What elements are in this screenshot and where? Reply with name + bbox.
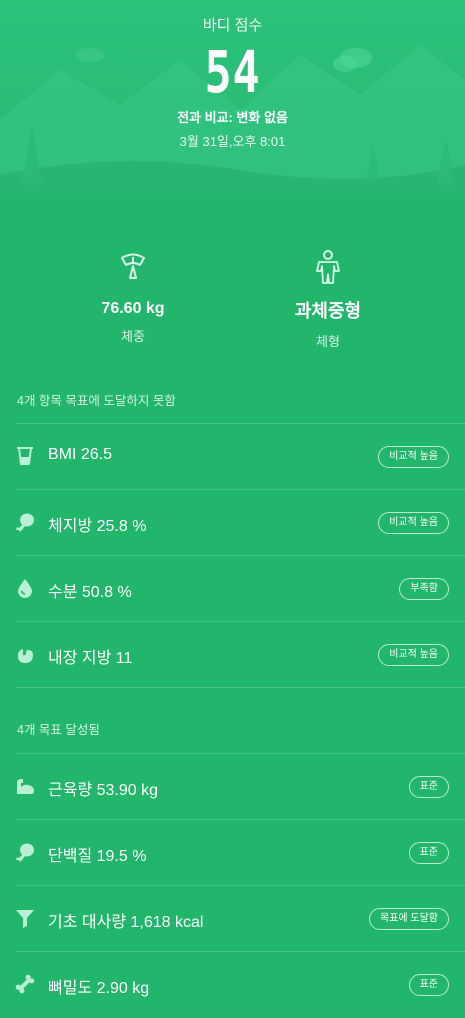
beaker-icon [17, 447, 33, 465]
metric-label: BMI 26.5 [48, 446, 113, 463]
metric-label: 근육량 53.90 kg [48, 782, 158, 799]
section-title-reached: 4개 목표 달성됨 [17, 723, 100, 737]
metric-label: 내장 지방 11 [48, 650, 133, 667]
body-type-stat[interactable]: 과체중형 체형 [228, 248, 428, 350]
metric-row-water[interactable]: 수분 50.8 % 부족함 [0, 556, 465, 622]
body-figure-icon [228, 248, 428, 286]
status-badge: 비교적 높음 [378, 446, 449, 468]
weight-label: 체중 [121, 329, 145, 344]
status-badge: 표준 [408, 842, 449, 864]
water-drop-icon [18, 579, 32, 598]
body-score-value: 54 [204, 38, 261, 106]
bone-icon [15, 974, 35, 994]
body-type-value: 과체중형 [294, 301, 362, 321]
metric-row-bone-density[interactable]: 뼈밀도 2.90 kg 표준 [0, 952, 465, 1018]
body-type-label: 체형 [316, 334, 340, 349]
status-badge: 표준 [408, 974, 449, 996]
drumstick-icon [16, 843, 34, 862]
muscle-arm-icon [17, 779, 34, 794]
status-badge: 목표에 도달함 [369, 908, 449, 930]
summary-stats: 76.60 kg 체중 과체중형 체형 [0, 248, 465, 358]
metric-row-visceral-fat[interactable]: 내장 지방 11 비교적 높음 [0, 622, 465, 688]
body-score-header: 바디 점수 54 전과 비교: 변화 없음 3월 31일,오후 8:01 [0, 0, 465, 195]
drumstick-icon [16, 513, 34, 532]
funnel-icon [16, 910, 34, 928]
metric-row-muscle[interactable]: 근육량 53.90 kg 표준 [0, 754, 465, 820]
comparison-text: 전과 비교: 변화 없음 [177, 110, 288, 125]
score-title: 바디 점수 [202, 17, 263, 34]
section-title-not-reached: 4개 항목 목표에 도달하지 못함 [17, 394, 176, 408]
measurement-time: 3월 31일,오후 8:01 [179, 134, 286, 149]
metric-label: 기초 대사량 1,618 kcal [48, 914, 204, 931]
metric-row-protein[interactable]: 단백질 19.5 % 표준 [0, 820, 465, 886]
metric-label: 뼈밀도 2.90 kg [48, 980, 150, 997]
scale-icon [33, 248, 233, 286]
metric-row-bmi[interactable]: BMI 26.5 비교적 높음 [0, 424, 465, 490]
weight-stat[interactable]: 76.60 kg 체중 [33, 248, 233, 345]
status-badge: 부족함 [399, 578, 449, 600]
weight-value: 76.60 kg [101, 300, 165, 317]
metric-label: 단백질 19.5 % [48, 848, 147, 865]
metric-row-body-fat[interactable]: 체지방 25.8 % 비교적 높음 [0, 490, 465, 556]
stomach-icon [18, 645, 33, 663]
metric-label: 체지방 25.8 % [48, 518, 147, 535]
status-badge: 비교적 높음 [378, 512, 449, 534]
status-badge: 표준 [408, 776, 449, 798]
status-badge: 비교적 높음 [378, 644, 449, 666]
metric-row-bmr[interactable]: 기초 대사량 1,618 kcal 목표에 도달함 [0, 886, 465, 952]
metric-label: 수분 50.8 % [48, 584, 132, 601]
